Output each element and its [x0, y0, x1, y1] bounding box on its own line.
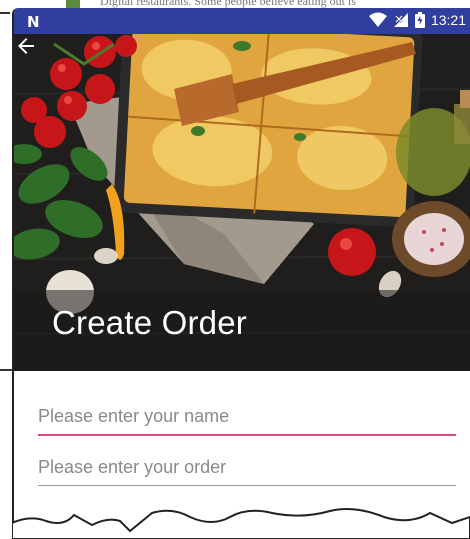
status-time: 13:21: [430, 12, 466, 28]
page-title: Create Order: [52, 304, 247, 341]
page-corner-line: [0, 12, 10, 14]
page-side-line: [0, 369, 12, 371]
n-icon: N: [27, 13, 40, 31]
order-input[interactable]: [38, 449, 456, 486]
header-image: Create Order: [14, 34, 470, 371]
wifi-icon: [368, 12, 387, 27]
battery-icon: [414, 12, 425, 28]
status-bar: N 13:21: [14, 8, 470, 34]
name-input[interactable]: [38, 398, 456, 436]
back-arrow-icon[interactable]: [14, 34, 38, 58]
signal-icon: [393, 13, 408, 27]
background-page-text: Digital restaurants. Some people believe…: [100, 0, 356, 8]
torn-page-edge: [12, 508, 470, 539]
status-icons: 13:21: [368, 12, 466, 28]
phone-screen: N 13:21 Create Order Please enter your n…: [12, 8, 470, 539]
